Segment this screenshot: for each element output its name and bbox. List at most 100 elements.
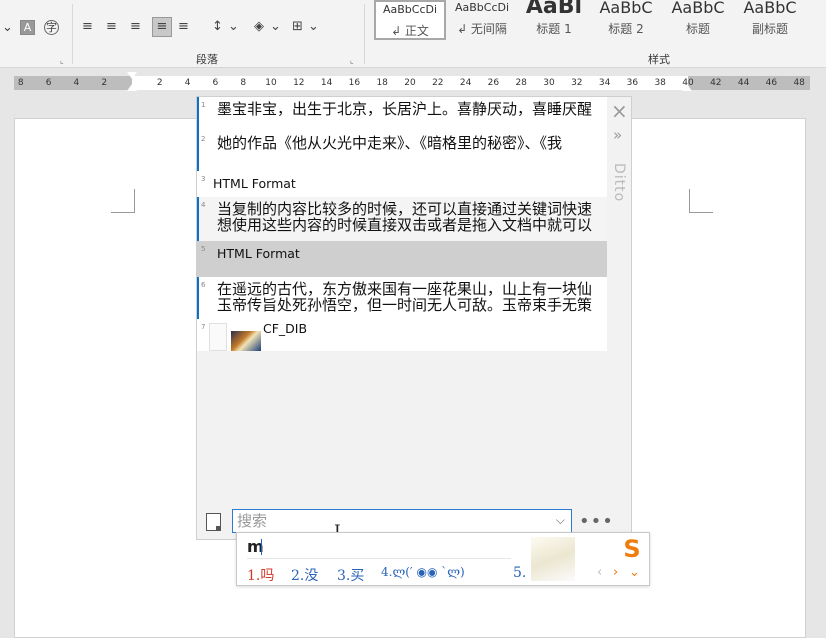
search-input[interactable] [237,512,537,530]
expand-icon[interactable]: » [613,127,622,143]
clip-list[interactable]: 1 墨宝非宝，出生于北京，长居沪上。喜静厌动，喜睡厌醒 2 她的作品《他从火光中走来》… [197,97,607,351]
ruler-tick: 2 [101,78,108,88]
sogou-logo-icon[interactable]: S [615,533,649,567]
align-left-icon[interactable]: ≡ [82,19,93,35]
ruler-tick: 34 [598,78,611,88]
ruler-tick: 8 [17,78,24,88]
ruler-tick: 2 [156,78,163,88]
font-group-fragment: ⌄ A 字 ⌞ [0,0,72,68]
ruler-tick: 22 [432,78,444,88]
paragraph-launcher-icon[interactable]: ⌞ [350,56,354,65]
paragraph-group-label: 段落 [196,53,218,66]
clip-accent-bar [197,277,199,319]
borders-icon[interactable]: ⊞ [292,19,303,35]
align-right-icon[interactable]: ≡ [130,19,141,35]
clip-number: 5 [201,245,206,253]
style-tile[interactable]: AaBbC 副标题 [734,0,806,40]
left-indent-marker[interactable] [127,72,137,79]
styles-group-label: 样式 [648,53,670,66]
search-dropdown-icon[interactable]: ⌵ [556,513,565,528]
clip-accent-bar [197,197,199,241]
horizontal-ruler[interactable]: 8 6 4 2 2 4 6 8 10 12 14 16 18 20 22 24 26 28 30 32 34 36 38 40… [14,72,810,91]
paragraph-group: ≡ ≡ ≡ ≡ ≡ ↕ ⌄ ◈ ⌄ ⊞ ⌄ 段落 ⌞ [72,0,364,68]
highlight-icon[interactable]: A [20,20,35,35]
style-preview: AaBbCcDi [454,1,510,14]
hanging-indent-marker[interactable] [127,84,137,91]
note-icon[interactable] [206,513,221,531]
justify-icon[interactable]: ≡ [152,17,172,37]
clip-item[interactable]: 6 在遥远的古代，东方傲来国有一座花果山，山上有一块仙 玉帝传旨处死孙悟空，但一时间… [197,277,607,319]
clip-number: 2 [201,135,206,143]
style-name: 不 [806,20,826,37]
clip-accent-bar [197,131,199,171]
ruler-tick: 6 [45,78,52,88]
ime-candidate[interactable]: 1.吗 [247,565,274,585]
clip-item[interactable]: 2 她的作品《他从火光中走来》、《暗格里的秘密》、《我 [197,131,607,171]
clip-item[interactable]: 4 当复制的内容比较多的时候，还可以直接通过关键词快速 想使用这些内容的时候直接双击… [197,197,607,241]
margin-corner-mark [111,189,135,213]
prev-page-icon[interactable]: ‹ [597,565,602,580]
line-spacing-icon[interactable]: ↕ [212,19,223,35]
clip-item[interactable]: 5 HTML Format [197,241,607,277]
ruler-tick: 16 [348,78,361,88]
right-indent-marker[interactable] [682,84,692,91]
clip-doc-thumbnail [209,323,227,351]
clip-item[interactable]: 7 CF_DIB [197,319,607,351]
align-center-icon[interactable]: ≡ [106,19,117,35]
clip-text: HTML Format [213,176,296,191]
clip-number: 1 [201,101,206,109]
ruler-tick: 10 [265,78,277,88]
ribbon-separator [364,4,365,64]
ruler-tick: 4 [184,78,191,88]
ruler-tick: 28 [515,78,527,88]
style-tile[interactable]: AaBbC 标题 [662,0,734,40]
ruler-tick: 12 [293,78,305,88]
style-tile[interactable]: 不 [806,0,826,40]
style-tile[interactable]: AaBl 标题 1 [518,0,590,40]
more-options-button[interactable]: ••• [579,511,614,532]
ime-candidate[interactable]: 3.买 [337,565,364,585]
close-icon[interactable]: × [611,101,628,121]
style-name: 标题 [685,22,710,36]
char-border-icon[interactable]: 字 [44,20,59,35]
clip-text: HTML Format [217,246,300,261]
search-box[interactable]: ⌵ [232,509,572,533]
clip-item[interactable]: 1 墨宝非宝，出生于北京，长居沪上。喜静厌动，喜睡厌醒 [197,97,607,131]
ruler-tick: 48 [793,78,805,88]
style-tile[interactable]: AaBbCcDi ↲ 正文 [374,0,446,40]
borders-dropdown-icon[interactable]: ⌄ [308,19,319,35]
style-tile[interactable]: AaBbCcDi ↲ 无间隔 [446,0,518,40]
ime-divider [247,558,511,559]
style-preview: AaBbC [671,0,725,17]
ruler-tick: 18 [376,78,388,88]
clip-number: 6 [201,281,206,289]
style-tile[interactable]: AaBbC 标题 2 [590,0,662,40]
font-launcher-icon[interactable]: ⌞ [60,56,64,65]
clip-item[interactable]: 3 HTML Format [197,171,607,197]
clip-number: 3 [201,175,206,183]
ime-candidate[interactable]: 5. [513,565,526,581]
ime-caret [261,539,262,555]
ditto-title: Ditto [611,163,627,203]
clip-text: 在遥远的古代，东方傲来国有一座花果山，山上有一块仙 [217,280,593,298]
distributed-icon[interactable]: ≡ [178,19,189,35]
ime-candidate[interactable]: 2.没 [291,565,318,585]
line-spacing-dropdown-icon[interactable]: ⌄ [228,19,239,35]
ruler-tick: 44 [737,78,750,88]
style-preview: AaBl [525,0,583,19]
shading-icon[interactable]: ◈ [254,19,264,35]
next-page-icon[interactable]: › [613,565,618,580]
font-color-dropdown-icon[interactable]: ⌄ [2,20,13,36]
ruler-tick: 20 [404,78,416,88]
ruler-tick: 14 [320,78,333,88]
ime-candidate[interactable]: 4.ლ(′ ◉◉ `ლ) [381,565,465,579]
styles-gallery: AaBbCcDi ↲ 正文 AaBbCcDi ↲ 无间隔 AaBl 标题 1 AaBbC 标题… [374,0,826,40]
clip-text: 想使用这些内容的时候直接双击或者是拖入文档中就可以 [217,216,593,234]
ruler-tick: 8 [240,78,247,88]
shading-dropdown-icon[interactable]: ⌄ [270,19,281,35]
ruler-tick: 36 [626,78,639,88]
ime-skin-thumbnail [531,537,575,581]
margin-corner-mark [689,189,713,213]
style-preview: AaBbC [743,0,797,17]
expand-candidates-icon[interactable]: ⌄ [629,565,640,580]
